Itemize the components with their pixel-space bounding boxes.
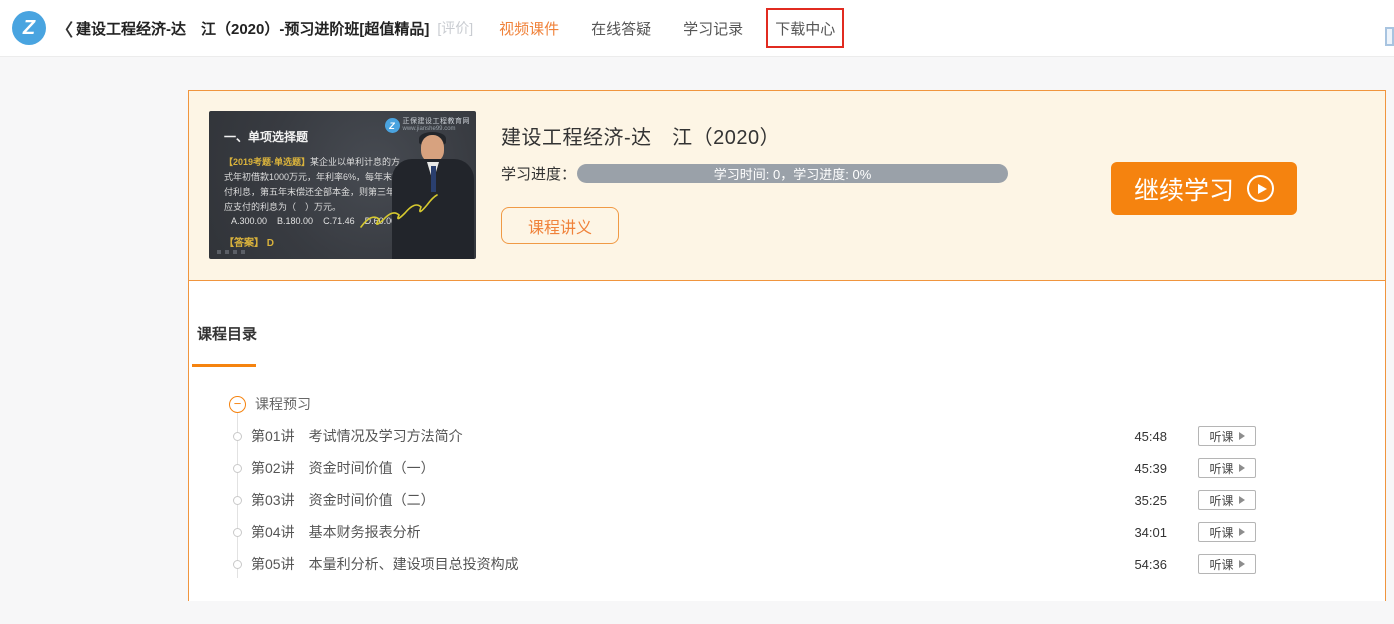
clipped-edge-element: [1385, 27, 1394, 46]
tree-node-icon: [233, 463, 242, 473]
listen-button-label: 听课: [1209, 493, 1234, 508]
catalog-heading-underline: [192, 364, 256, 367]
listen-button[interactable]: 听课: [1198, 522, 1256, 542]
play-icon: [1247, 175, 1274, 202]
course-catalog-section: 课程目录 − 课程预习 第01讲 考试情况及学习方法简介 45:48 听课 第0…: [189, 281, 1385, 601]
tab-study-record[interactable]: 学习记录: [683, 18, 743, 39]
tree-node-icon: [233, 495, 242, 505]
course-video-thumbnail[interactable]: Z 正保建设工程教育网 www.jianshe99.com 一、单项选择题 【2…: [209, 111, 476, 259]
lecture-duration: 54:36: [1134, 556, 1167, 572]
brand-name: 正保建设工程教育网: [402, 118, 470, 126]
brand-logo-icon: Z: [384, 118, 400, 133]
evaluate-link[interactable]: [评价]: [437, 18, 473, 38]
lecture-title[interactable]: 基本财务报表分析: [309, 522, 421, 542]
slide-answer-line: 【答案】 D: [224, 238, 274, 249]
listen-play-icon: [1238, 528, 1245, 536]
course-handout-button[interactable]: 课程讲义: [501, 207, 619, 244]
brand-watermark: Z 正保建设工程教育网 www.jianshe99.com: [384, 118, 471, 133]
listen-button-label: 听课: [1209, 557, 1234, 572]
listen-button[interactable]: 听课: [1198, 426, 1256, 446]
lecture-number: 第02讲: [251, 460, 295, 476]
chapter-group-label[interactable]: 课程预习: [255, 394, 311, 414]
site-logo-icon[interactable]: Z: [12, 11, 46, 45]
collapse-icon[interactable]: −: [229, 395, 246, 413]
tab-online-qa[interactable]: 在线答疑: [591, 18, 651, 39]
lecture-number: 第03讲: [251, 492, 295, 508]
lecture-row: 第02讲 资金时间价值（一） 45:39 听课: [189, 452, 1385, 484]
lecture-duration: 45:48: [1134, 428, 1167, 444]
listen-play-icon: [1238, 496, 1245, 504]
handwritten-signature: [360, 194, 438, 228]
tab-video-courseware[interactable]: 视频课件: [499, 18, 559, 39]
lecture-number: 第04讲: [251, 524, 295, 540]
slide-question-tag: 【2019考题·单选题】: [224, 157, 311, 167]
course-title: 建设工程经济-达 江（2020）: [501, 127, 781, 149]
back-icon[interactable]: 〈: [56, 16, 73, 41]
listen-button[interactable]: 听课: [1198, 554, 1256, 574]
nav-course-title: 建设工程经济-达 江（2020）-预习进阶班[超值精品]: [76, 20, 430, 38]
lecture-number: 第05讲: [251, 556, 295, 572]
progress-label: 学习进度：: [501, 166, 577, 183]
slide-section-heading: 一、单项选择题: [224, 130, 309, 144]
tab-download-center-label: 下载中心: [775, 20, 836, 38]
continue-study-label: 继续学习: [1133, 176, 1234, 205]
lecture-duration: 35:25: [1134, 492, 1167, 508]
lecture-duration: 34:01: [1134, 524, 1167, 540]
lecture-duration: 45:39: [1134, 460, 1167, 476]
player-mini-controls: [217, 250, 245, 254]
lecture-row: 第01讲 考试情况及学习方法简介 45:48 听课: [189, 420, 1385, 452]
lecture-title[interactable]: 资金时间价值（一）: [309, 458, 435, 478]
lecture-tree: − 课程预习 第01讲 考试情况及学习方法简介 45:48 听课 第02讲 资金…: [189, 388, 1385, 580]
listen-button[interactable]: 听课: [1198, 490, 1256, 510]
lecture-row: 第03讲 资金时间价值（二） 35:25 听课: [189, 484, 1385, 516]
course-hero-section: Z 正保建设工程教育网 www.jianshe99.com 一、单项选择题 【2…: [189, 91, 1385, 281]
listen-play-icon: [1238, 464, 1245, 472]
lecture-row: 第04讲 基本财务报表分析 34:01 听课: [189, 516, 1385, 548]
listen-button[interactable]: 听课: [1198, 458, 1256, 478]
listen-play-icon: [1238, 560, 1245, 568]
tree-node-icon: [233, 527, 242, 537]
lecture-row: 第05讲 本量利分析、建设项目总投资构成 54:36 听课: [189, 548, 1385, 580]
tab-download-center[interactable]: 下载中心: [766, 7, 845, 48]
top-navbar: Z 〈 建设工程经济-达 江（2020）-预习进阶班[超值精品] [评价] 视频…: [0, 0, 1394, 57]
progress-status-text: 学习时间: 0，学习进度: 0%: [713, 167, 872, 182]
lecture-title[interactable]: 考试情况及学习方法简介: [309, 426, 463, 446]
tree-node-icon: [233, 559, 242, 569]
listen-play-icon: [1238, 432, 1245, 440]
course-panel: Z 正保建设工程教育网 www.jianshe99.com 一、单项选择题 【2…: [188, 90, 1386, 601]
study-progress-row: 学习进度： 学习时间: 0，学习进度: 0%: [501, 163, 1009, 184]
progress-bar: 学习时间: 0，学习进度: 0%: [577, 164, 1009, 183]
listen-button-label: 听课: [1209, 461, 1234, 476]
lecture-title[interactable]: 资金时间价值（二）: [309, 490, 435, 510]
catalog-heading: 课程目录: [197, 326, 258, 343]
tree-node-icon: [233, 431, 242, 441]
lecture-number: 第01讲: [251, 428, 295, 444]
chapter-group-row: − 课程预习: [189, 388, 1385, 420]
continue-study-button[interactable]: 继续学习: [1111, 162, 1297, 215]
listen-button-label: 听课: [1209, 429, 1234, 444]
lecture-title[interactable]: 本量利分析、建设项目总投资构成: [309, 554, 519, 574]
listen-button-label: 听课: [1209, 525, 1234, 540]
